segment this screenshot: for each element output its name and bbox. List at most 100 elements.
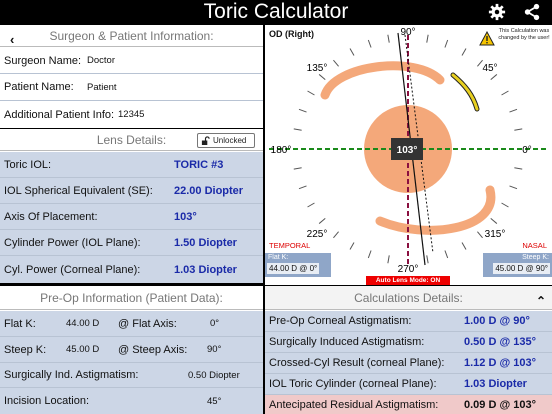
auto-lens-mode-badge[interactable]: Auto Lens Mode: ON (366, 276, 450, 285)
preop-incision-value[interactable]: 45° (207, 388, 221, 414)
preop-flat-axis-value[interactable]: 0° (210, 311, 219, 336)
preop-panel: Pre-Op Information (Patient Data): Flat … (0, 286, 263, 414)
lens-row-value[interactable]: 1.50 Diopter (174, 230, 237, 255)
flat-k-box-label: Flat K: (268, 254, 289, 261)
preop-incision-label: Incision Location: (4, 395, 89, 407)
dial-tick (367, 250, 372, 259)
lens-row-value[interactable]: TORIC #3 (174, 152, 223, 177)
surgeon-patient-title: Surgeon & Patient Information: (49, 29, 214, 43)
patient-info-value[interactable]: 12345 (118, 101, 144, 128)
preop-sia-row[interactable]: Surgically Ind. Astigmatism: 0.50 Diopte… (0, 363, 263, 388)
steep-k-box-value: 45.00 D @ 90° (493, 263, 550, 274)
dial-tick (426, 255, 429, 264)
dial-tick (387, 255, 390, 264)
angle-label-135: 135° (307, 63, 328, 74)
surgeon-patient-panel: ‹ Surgeon & Patient Information: Surgeon… (0, 25, 263, 128)
calc-row-value: 1.12 D @ 103° (464, 357, 536, 369)
preop-flat-k-row[interactable]: Flat K: 44.00 D @ Flat Axis: 0° (0, 311, 263, 337)
calculations-header[interactable]: Calculations Details: ⌃ (265, 286, 552, 310)
preop-steep-axis-label: @ Steep Axis: (118, 343, 188, 356)
preop-steep-k-row[interactable]: Steep K: 45.00 D @ Steep Axis: 90° (0, 337, 263, 363)
preop-flat-k-value[interactable]: 44.00 D (66, 311, 99, 336)
angle-label-270: 270° (398, 264, 419, 275)
preop-sia-label: Surgically Ind. Astigmatism: (4, 369, 139, 381)
patient-name-row[interactable]: Patient Name: Patient (0, 74, 263, 101)
lens-haptic-top (320, 61, 445, 100)
calc-row: IOL Toric Cylinder (corneal Plane): 1.03… (265, 374, 552, 395)
surgeon-name-label: Surgeon Name: (4, 54, 82, 67)
dial-tick (444, 250, 449, 259)
lens-row-label: Toric IOL: (4, 158, 52, 171)
calc-row-label: Crossed-Cyl Result (corneal Plane): (269, 357, 445, 369)
axis-value-text: 103° (397, 145, 418, 156)
share-icon[interactable] (523, 3, 541, 21)
preop-title: Pre-Op Information (Patient Data): (40, 291, 223, 305)
lens-row[interactable]: Cylinder Power (IOL Plane): 1.50 Diopter (0, 230, 263, 256)
dial-tick (333, 59, 339, 67)
lens-row-value[interactable]: 1.03 Diopter (174, 256, 237, 283)
dial-tick (461, 242, 467, 250)
surgeon-name-row[interactable]: Surgeon Name: Doctor (0, 48, 263, 74)
calculations-title: Calculations Details: (354, 291, 463, 305)
calc-row-value: 0.50 D @ 135° (464, 336, 536, 348)
preop-flat-axis-label: @ Flat Axis: (118, 317, 177, 330)
surgeon-name-value[interactable]: Doctor (87, 48, 115, 73)
calc-row-value: 1.03 Diopter (464, 378, 527, 390)
calc-row-residual: Antecipated Residual Astigmatism: 0.09 D… (265, 395, 552, 414)
preop-sia-value[interactable]: 0.50 Diopter (188, 363, 240, 387)
patient-name-value[interactable]: Patient (87, 74, 117, 100)
lens-row-label: IOL Spherical Equivalent (SE): (4, 184, 153, 197)
calc-row: Surgically Induced Astigmatism: 0.50 D @… (265, 332, 552, 353)
dial-tick (349, 242, 355, 250)
lens-haptic-bottom (375, 185, 496, 235)
lens-row-value[interactable]: 103° (174, 204, 197, 229)
angle-label-225: 225° (307, 229, 328, 240)
dial-tick (298, 185, 307, 190)
calculations-panel: Calculations Details: ⌃ Pre-Op Corneal A… (265, 286, 552, 414)
lens-row[interactable]: Toric IOL: TORIC #3 (0, 152, 263, 178)
angle-label-180: 180° (271, 145, 292, 156)
patient-info-label: Additional Patient Info: (4, 108, 115, 121)
preop-steep-axis-value[interactable]: 90° (207, 337, 221, 362)
dial-tick (490, 74, 498, 80)
calc-row-value: 1.00 D @ 90° (464, 315, 530, 327)
dial-tick (509, 108, 518, 113)
calc-row: Crossed-Cyl Result (corneal Plane): 1.12… (265, 353, 552, 374)
steep-k-box: Steep K: 45.00 D @ 90° (483, 253, 552, 277)
lens-row-value[interactable]: 22.00 Diopter (174, 178, 243, 203)
collapse-chevron-icon[interactable]: ⌃ (536, 289, 546, 313)
dial-tick (318, 218, 326, 224)
dial-tick (349, 48, 355, 56)
dial-tick (514, 167, 523, 170)
lens-details-header: Lens Details: Unlocked (0, 129, 263, 151)
dial-tick (293, 167, 302, 170)
dial-tick (501, 90, 509, 96)
flat-k-box: Flat K: 44.00 D @ 0° (265, 253, 331, 277)
unlock-label: Unlocked (213, 135, 247, 145)
lens-row[interactable]: Axis Of Placement: 103° (0, 204, 263, 230)
unlock-button[interactable]: Unlocked (197, 133, 255, 148)
surgeon-patient-header[interactable]: ‹ Surgeon & Patient Information: (0, 25, 263, 47)
dial-tick (307, 90, 315, 96)
preop-incision-row[interactable]: Incision Location: 45° (0, 388, 263, 414)
app-title: Toric Calculator (203, 0, 349, 23)
calc-row-label: IOL Toric Cylinder (corneal Plane): (269, 378, 437, 390)
dial-tick (387, 34, 390, 43)
toric-axis-diagram: OD (Right) This Calculation was changed … (265, 25, 552, 285)
dial-tick (426, 34, 429, 43)
preop-steep-k-value[interactable]: 45.00 D (66, 337, 99, 362)
patient-info-row[interactable]: Additional Patient Info: 12345 (0, 101, 263, 128)
dial-tick (490, 218, 498, 224)
lens-row[interactable]: Cyl. Power (Corneal Plane): 1.03 Diopter (0, 256, 263, 283)
dial-tick (318, 74, 326, 80)
lens-row-label: Cyl. Power (Corneal Plane): (4, 263, 141, 276)
dial-tick (307, 202, 315, 208)
dial-tick (461, 48, 467, 56)
dial-tick (514, 128, 523, 131)
calc-row-label: Surgically Induced Astigmatism: (269, 336, 425, 348)
lens-row[interactable]: IOL Spherical Equivalent (SE): 22.00 Dio… (0, 178, 263, 204)
gear-icon[interactable] (488, 3, 506, 21)
patient-name-label: Patient Name: (4, 81, 74, 93)
title-bar: Toric Calculator (0, 0, 552, 24)
calc-row-label: Pre-Op Corneal Astigmatism: (269, 315, 412, 327)
